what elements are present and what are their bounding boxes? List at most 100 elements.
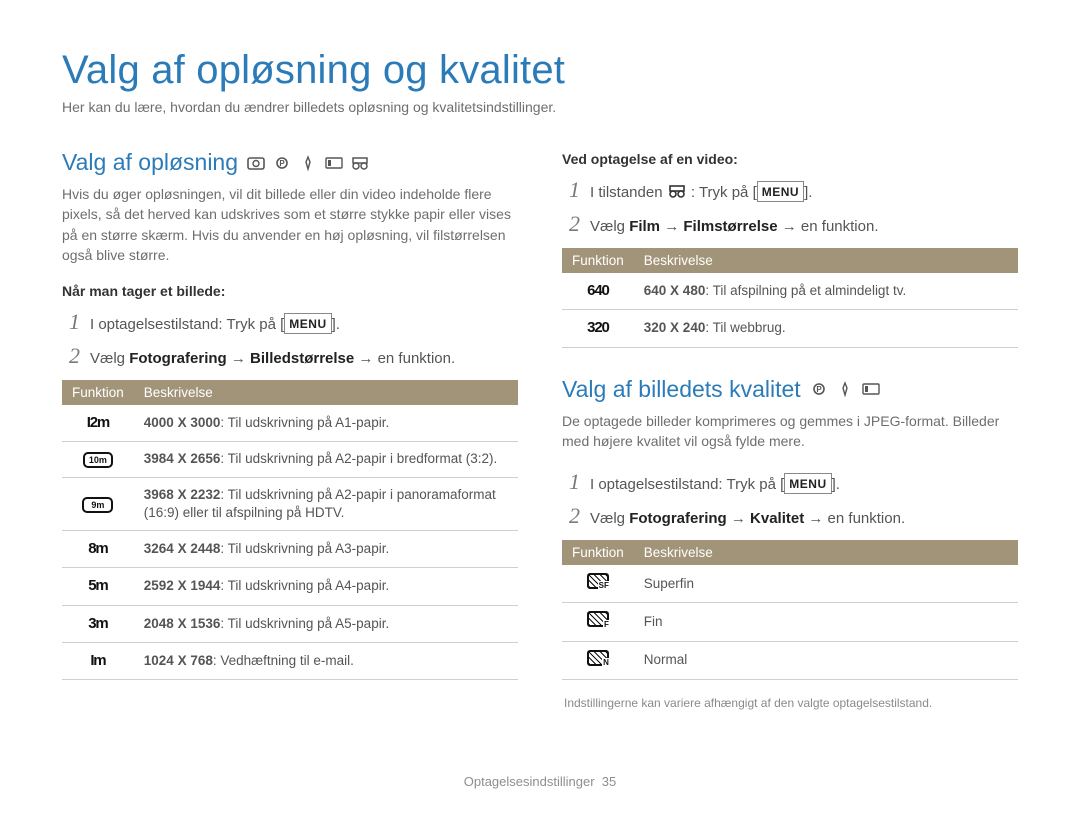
arrow: → bbox=[727, 510, 750, 527]
step-text-part: I optagelsestilstand: Tryk på [ bbox=[590, 476, 784, 493]
table-row: 8m 3264 X 2448: Til udskrivning på A3-pa… bbox=[62, 531, 518, 568]
page-title: Valg af opløsning og kvalitet bbox=[62, 48, 1018, 93]
resolution-desc: : Til webbrug. bbox=[705, 320, 785, 335]
table-header-row: Funktion Beskrivelse bbox=[62, 380, 518, 405]
resolution-icon-cell: 9m bbox=[62, 477, 134, 530]
photo-context-label: Når man tager et billede: bbox=[62, 283, 518, 299]
resolution-desc: : Vedhæftning til e-mail. bbox=[213, 653, 354, 668]
resolution-desc-cell: 4000 X 3000: Til udskrivning på A1-papir… bbox=[134, 405, 518, 442]
beauty-mode-icon bbox=[835, 381, 855, 397]
table-header-function: Funktion bbox=[562, 540, 634, 565]
footer-page-number: 35 bbox=[602, 774, 616, 789]
table-row: I2m 4000 X 3000: Til udskrivning på A1-p… bbox=[62, 405, 518, 442]
mode-icons: P bbox=[809, 381, 881, 397]
video-step-2: 2 Vælg Film → Filmstørrelse → en funktio… bbox=[562, 211, 1018, 239]
resolution-value: 2048 X 1536 bbox=[144, 616, 221, 631]
resolution-desc-cell: 3264 X 2448: Til udskrivning på A3-papir… bbox=[134, 531, 518, 568]
video-context-label: Ved optagelse af en video: bbox=[562, 151, 1018, 167]
quality-icon-cell bbox=[562, 641, 634, 679]
quality-step-1: 1 I optagelsestilstand: Tryk på [MENU]. bbox=[562, 469, 1018, 497]
step-text: I optagelsestilstand: Tryk på [MENU]. bbox=[90, 313, 340, 337]
resolution-desc: : Til udskrivning på A2-papir i bredform… bbox=[220, 451, 497, 466]
table-row: 5m 2592 X 1944: Til udskrivning på A4-pa… bbox=[62, 568, 518, 605]
resolution-desc: : Til afspilning på et almindeligt tv. bbox=[705, 283, 906, 298]
resolution-value: 2592 X 1944 bbox=[144, 578, 221, 593]
table-header-description: Beskrivelse bbox=[634, 248, 1018, 273]
menu-button-label: MENU bbox=[784, 473, 831, 494]
res-10m-wide-icon: 10m bbox=[83, 452, 113, 468]
quality-label-cell: Superfin bbox=[634, 565, 1018, 603]
step-number: 2 bbox=[562, 211, 580, 237]
resolution-icon-cell: 640 bbox=[562, 273, 634, 310]
res-640-icon: 640 bbox=[587, 282, 608, 299]
resolution-desc-cell: 2592 X 1944: Til udskrivning på A4-papir… bbox=[134, 568, 518, 605]
resolution-value: 640 X 480 bbox=[644, 283, 706, 298]
table-header-row: Funktion Beskrivelse bbox=[562, 540, 1018, 565]
left-column: Valg af opløsning P Hvis du øger opløsni… bbox=[62, 149, 518, 710]
table-header-description: Beskrivelse bbox=[134, 380, 518, 405]
section-quality-body: De optagede billeder komprimeres og gemm… bbox=[562, 411, 1018, 452]
section-resolution-heading: Valg af opløsning P bbox=[62, 149, 518, 176]
video-mode-icon bbox=[350, 155, 370, 171]
table-row: Im 1024 X 768: Vedhæftning til e-mail. bbox=[62, 642, 518, 679]
step-number: 1 bbox=[562, 469, 580, 495]
table-row: 3m 2048 X 1536: Til udskrivning på A5-pa… bbox=[62, 605, 518, 642]
resolution-desc: : Til udskrivning på A5-papir. bbox=[220, 616, 389, 631]
resolution-value: 3968 X 2232 bbox=[144, 487, 221, 502]
resolution-icon-cell: 5m bbox=[62, 568, 134, 605]
quality-superfine-icon bbox=[587, 573, 609, 589]
quality-fine-icon bbox=[587, 611, 609, 627]
step-text-part: → en funktion. bbox=[778, 218, 879, 235]
mode-icons: P bbox=[246, 155, 370, 171]
video-step-1: 1 I tilstanden : Tryk på [MENU]. bbox=[562, 177, 1018, 205]
step-number: 2 bbox=[62, 343, 80, 369]
bold-label: Kvalitet bbox=[750, 510, 804, 527]
program-mode-icon: P bbox=[809, 381, 829, 397]
step-text-part: I optagelsestilstand: Tryk på [ bbox=[90, 316, 284, 333]
quality-icon-cell bbox=[562, 565, 634, 603]
resolution-icon-cell: 10m bbox=[62, 442, 134, 477]
photo-step-1: 1 I optagelsestilstand: Tryk på [MENU]. bbox=[62, 309, 518, 337]
section-quality-heading: Valg af billedets kvalitet P bbox=[562, 376, 1018, 403]
step-text: Vælg Fotografering → Billedstørrelse → e… bbox=[90, 348, 455, 371]
menu-button-label: MENU bbox=[284, 313, 331, 334]
beauty-mode-icon bbox=[298, 155, 318, 171]
resolution-value: 3264 X 2448 bbox=[144, 541, 221, 556]
resolution-icon-cell: 3m bbox=[62, 605, 134, 642]
res-9m-wide-icon: 9m bbox=[82, 497, 113, 513]
step-text-part: ]. bbox=[832, 476, 840, 493]
photo-step-2: 2 Vælg Fotografering → Billedstørrelse →… bbox=[62, 343, 518, 371]
res-5m-icon: 5m bbox=[88, 577, 107, 594]
step-text-part: Vælg bbox=[590, 510, 629, 527]
bold-label: Fotografering bbox=[129, 350, 227, 367]
resolution-desc: : Til udskrivning på A3-papir. bbox=[220, 541, 389, 556]
table-header-function: Funktion bbox=[562, 248, 634, 273]
step-text: Vælg Film → Filmstørrelse → en funktion. bbox=[590, 216, 879, 239]
quality-label-cell: Normal bbox=[634, 641, 1018, 679]
resolution-icon-cell: 320 bbox=[562, 310, 634, 347]
video-resolution-table: Funktion Beskrivelse 640 640 X 480: Til … bbox=[562, 248, 1018, 348]
scene-mode-icon bbox=[324, 155, 344, 171]
step-text-part: → en funktion. bbox=[354, 350, 455, 367]
section-quality-title: Valg af billedets kvalitet bbox=[562, 376, 801, 403]
resolution-desc-cell: 1024 X 768: Vedhæftning til e-mail. bbox=[134, 642, 518, 679]
page-footer: Optagelsesindstillinger 35 bbox=[0, 774, 1080, 789]
step-number: 2 bbox=[562, 503, 580, 529]
table-row: 640 640 X 480: Til afspilning på et almi… bbox=[562, 273, 1018, 310]
resolution-icon-cell: 8m bbox=[62, 531, 134, 568]
res-3m-icon: 3m bbox=[88, 615, 107, 632]
table-header-function: Funktion bbox=[62, 380, 134, 405]
quality-icon-cell bbox=[562, 603, 634, 641]
content-columns: Valg af opløsning P Hvis du øger opløsni… bbox=[62, 149, 1018, 710]
step-number: 1 bbox=[62, 309, 80, 335]
resolution-desc-cell: 3984 X 2656: Til udskrivning på A2-papir… bbox=[134, 442, 518, 477]
table-row: 10m 3984 X 2656: Til udskrivning på A2-p… bbox=[62, 442, 518, 477]
resolution-value: 320 X 240 bbox=[644, 320, 706, 335]
step-text-part: Vælg bbox=[90, 350, 129, 367]
photo-resolution-table: Funktion Beskrivelse I2m 4000 X 3000: Ti… bbox=[62, 380, 518, 680]
step-number: 1 bbox=[562, 177, 580, 203]
page-intro: Her kan du lære, hvordan du ændrer bille… bbox=[62, 99, 1018, 115]
resolution-desc: : Til udskrivning på A1-papir. bbox=[220, 415, 389, 430]
bold-label: Film bbox=[629, 218, 660, 235]
bold-label: Billedstørrelse bbox=[250, 350, 354, 367]
